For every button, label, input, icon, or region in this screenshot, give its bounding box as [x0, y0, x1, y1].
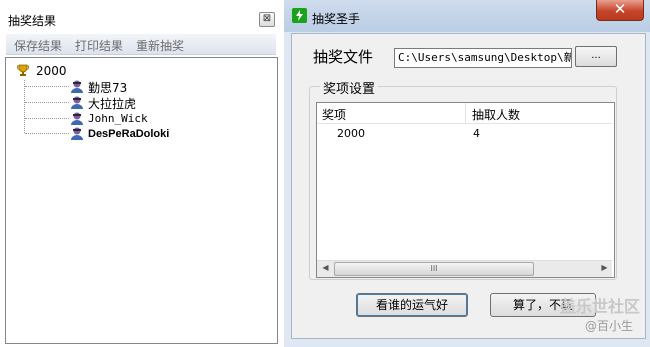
scroll-right-icon[interactable]: ▶: [597, 261, 612, 275]
result-tree[interactable]: [5, 57, 278, 344]
tree-connector: [24, 80, 25, 133]
file-path-field[interactable]: C:\Users\samsung\Desktop\新建: [394, 48, 572, 68]
person-icon: [71, 96, 83, 109]
tree-connector: [25, 133, 69, 134]
trophy-icon: [17, 64, 29, 76]
column-header-prize[interactable]: 奖项: [322, 106, 346, 123]
prize-settings-title: 奖项设置: [320, 78, 379, 97]
tree-connector: [25, 102, 69, 103]
tree-root-label[interactable]: 2000: [36, 64, 67, 78]
main-window-close-button[interactable]: ✕: [596, 0, 644, 21]
watermark-author: @百小生: [585, 319, 634, 333]
result-panel-title: 抽奖结果: [8, 14, 57, 28]
browse-button[interactable]: ...: [575, 46, 617, 67]
tree-connector: [25, 86, 69, 87]
tree-winner-1[interactable]: 勤思73: [88, 79, 127, 96]
app-icon: [292, 8, 307, 23]
person-icon: [71, 112, 83, 125]
column-divider[interactable]: [465, 103, 466, 123]
tree-winner-2[interactable]: 大拉拉虎: [88, 95, 136, 112]
result-panel-close-button[interactable]: ⊠: [259, 12, 275, 27]
scroll-left-icon[interactable]: ◀: [318, 261, 333, 275]
file-label: 抽奖文件: [313, 48, 374, 66]
column-header-count[interactable]: 抽取人数: [472, 106, 520, 123]
tree-connector: [25, 118, 69, 119]
table-cell-count[interactable]: 4: [473, 127, 480, 140]
watermark-logo: 盖乐世社区: [560, 297, 641, 316]
person-icon: [71, 127, 83, 140]
menu-redraw[interactable]: 重新抽奖: [136, 37, 184, 54]
table-cell-prize[interactable]: 2000: [337, 127, 365, 140]
tree-winner-3[interactable]: John_Wick: [88, 112, 148, 125]
menu-print-results[interactable]: 打印结果: [75, 37, 123, 54]
tree-winner-4[interactable]: DesPeRaDoloki: [88, 128, 169, 140]
draw-lottery-button[interactable]: 看谁的运气好: [356, 293, 468, 317]
person-icon: [71, 80, 83, 93]
menu-save-results[interactable]: 保存结果: [14, 37, 62, 54]
main-window-title: 抽奖圣手: [312, 12, 361, 26]
scroll-thumb[interactable]: III: [334, 262, 534, 276]
